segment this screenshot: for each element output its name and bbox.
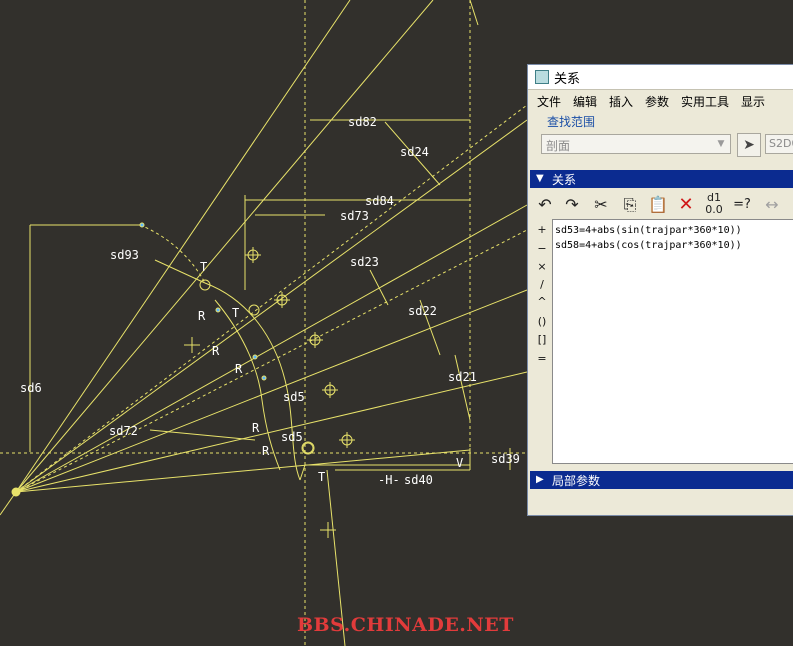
dim-sd23[interactable]: sd23 <box>350 255 379 269</box>
dim-sd24[interactable]: sd24 <box>400 145 429 159</box>
op-divide[interactable]: / <box>533 278 551 291</box>
tangent-marker[interactable]: T <box>318 470 325 484</box>
vertex-point[interactable] <box>215 307 221 313</box>
dialog-titlebar[interactable]: 关系 <box>528 65 793 90</box>
relations-section-header[interactable]: ▼ 关系 <box>530 170 793 188</box>
menu-insert[interactable]: 插入 <box>609 93 633 110</box>
op-equals[interactable]: = <box>533 352 551 365</box>
radius-marker[interactable]: R <box>235 362 243 376</box>
paste-icon[interactable]: 📋 <box>645 192 671 218</box>
redo-icon[interactable]: ↷ <box>559 192 585 218</box>
menu-bar: 文件 编辑 插入 参数 实用工具 显示 <box>528 90 793 112</box>
ray-line-7[interactable] <box>15 449 471 493</box>
ray-line-6[interactable] <box>15 371 528 493</box>
scope-select-value: 剖面 <box>546 139 571 153</box>
arrow-pointer-icon: ➤ <box>743 137 755 153</box>
dim-sd6[interactable]: sd6 <box>20 381 42 395</box>
op-brackets[interactable]: [] <box>533 333 551 346</box>
vertical-marker[interactable]: V <box>456 456 463 470</box>
op-minus[interactable]: − <box>533 242 551 255</box>
dim-arc-sd21[interactable] <box>454 354 471 421</box>
vertex-point[interactable] <box>252 354 258 360</box>
dialog-title: 关系 <box>554 72 581 87</box>
dim-sd73[interactable]: sd73 <box>340 209 369 223</box>
base-connector[interactable] <box>299 464 306 481</box>
app-icon <box>535 70 549 84</box>
ray-line-2[interactable] <box>15 0 434 493</box>
verify-icon[interactable]: =? <box>729 192 755 218</box>
tangent-marker[interactable]: T <box>232 306 239 320</box>
relation-line: sd58=4+abs(cos(trajpar*360*10)) <box>555 240 742 251</box>
op-parens[interactable]: () <box>533 315 551 328</box>
dim-sd93[interactable]: sd93 <box>110 248 139 262</box>
vertex-point[interactable] <box>139 222 145 228</box>
collapse-triangle-icon: ▼ <box>536 173 544 184</box>
profile-start-point[interactable] <box>199 279 211 291</box>
construction-cross[interactable] <box>322 382 338 398</box>
ray-line-3[interactable] <box>15 119 528 493</box>
construction-cross[interactable] <box>245 247 261 263</box>
menu-edit[interactable]: 编辑 <box>573 93 597 110</box>
dim-sd84[interactable]: sd84 <box>365 194 394 208</box>
dim-sd58[interactable]: sd5 <box>281 430 303 444</box>
ray-line-5[interactable] <box>15 289 528 493</box>
construction-point[interactable] <box>302 442 314 454</box>
dimension-icon[interactable]: ↔ <box>759 192 785 218</box>
radius-marker[interactable]: R <box>212 344 220 358</box>
local-params-section-header[interactable]: ▶ 局部参数 <box>530 471 793 489</box>
relations-dialog[interactable]: 关系 文件 编辑 插入 参数 实用工具 显示 查找范围 剖面 ▼ ➤ S2D0 … <box>527 64 793 516</box>
cut-icon[interactable]: ✂ <box>588 192 614 218</box>
relations-editor[interactable]: sd53=4+abs(sin(trajpar*360*10)) sd58=4+a… <box>552 219 793 464</box>
scope-item-field[interactable]: S2D0 <box>765 134 793 154</box>
sketch-origin-cross[interactable] <box>184 337 200 353</box>
menu-display[interactable]: 显示 <box>741 93 765 110</box>
dim-sd22[interactable]: sd22 <box>408 304 437 318</box>
dim-arc-sd23[interactable] <box>369 269 389 306</box>
expand-triangle-icon: ▶ <box>536 474 544 485</box>
dim-h[interactable]: -H- <box>378 473 400 487</box>
watermark: BBS.CHINADE.NET <box>297 614 514 636</box>
arc-extension[interactable] <box>139 224 206 284</box>
dim-sd39[interactable]: sd39 <box>491 452 520 466</box>
radius-marker[interactable]: R <box>262 444 270 458</box>
dim-arc-top[interactable] <box>469 0 479 26</box>
dashed-ray-line[interactable] <box>15 104 528 493</box>
menu-utilities[interactable]: 实用工具 <box>681 93 729 110</box>
local-params-section-label: 局部参数 <box>552 474 601 488</box>
construction-cross[interactable] <box>339 432 355 448</box>
eval-icon[interactable]: d1 0.0 <box>701 192 727 218</box>
scope-select[interactable]: 剖面 ▼ <box>541 134 731 154</box>
construction-point[interactable] <box>248 304 260 316</box>
dim-sd40[interactable]: sd40 <box>404 473 433 487</box>
copy-icon[interactable]: ⎘ <box>617 192 643 218</box>
menu-file[interactable]: 文件 <box>537 93 561 110</box>
construction-cross[interactable] <box>307 332 323 348</box>
trajectory-origin[interactable] <box>11 487 21 497</box>
radius-marker[interactable]: R <box>198 309 206 323</box>
radius-marker[interactable]: R <box>252 421 260 435</box>
dim-sd21[interactable]: sd21 <box>448 370 477 384</box>
leader-sd93[interactable] <box>154 259 206 284</box>
dim-sd72[interactable]: sd72 <box>109 424 138 438</box>
chevron-down-icon[interactable]: ▼ <box>714 137 728 151</box>
delete-icon[interactable]: ✕ <box>673 192 699 218</box>
menu-params[interactable]: 参数 <box>645 93 669 110</box>
dim-sd53[interactable]: sd5 <box>283 390 305 404</box>
scope-group-label: 查找范围 <box>547 115 596 129</box>
leader-sd72[interactable] <box>149 429 256 441</box>
relations-section-label: 关系 <box>552 173 577 187</box>
op-multiply[interactable]: × <box>533 260 551 273</box>
dim-sd82[interactable]: sd82 <box>348 115 377 129</box>
tangent-marker[interactable]: T <box>200 260 207 274</box>
ray-line-1[interactable] <box>15 0 351 493</box>
relation-line: sd53=4+abs(sin(trajpar*360*10)) <box>555 225 742 236</box>
ray-line-4[interactable] <box>15 204 528 493</box>
vertex-point[interactable] <box>261 375 267 381</box>
undo-icon[interactable]: ↶ <box>532 192 558 218</box>
op-power[interactable]: ^ <box>533 295 551 308</box>
profile-endpoint[interactable] <box>301 441 315 455</box>
select-pointer-button[interactable]: ➤ <box>737 133 761 157</box>
op-plus[interactable]: + <box>533 223 551 236</box>
